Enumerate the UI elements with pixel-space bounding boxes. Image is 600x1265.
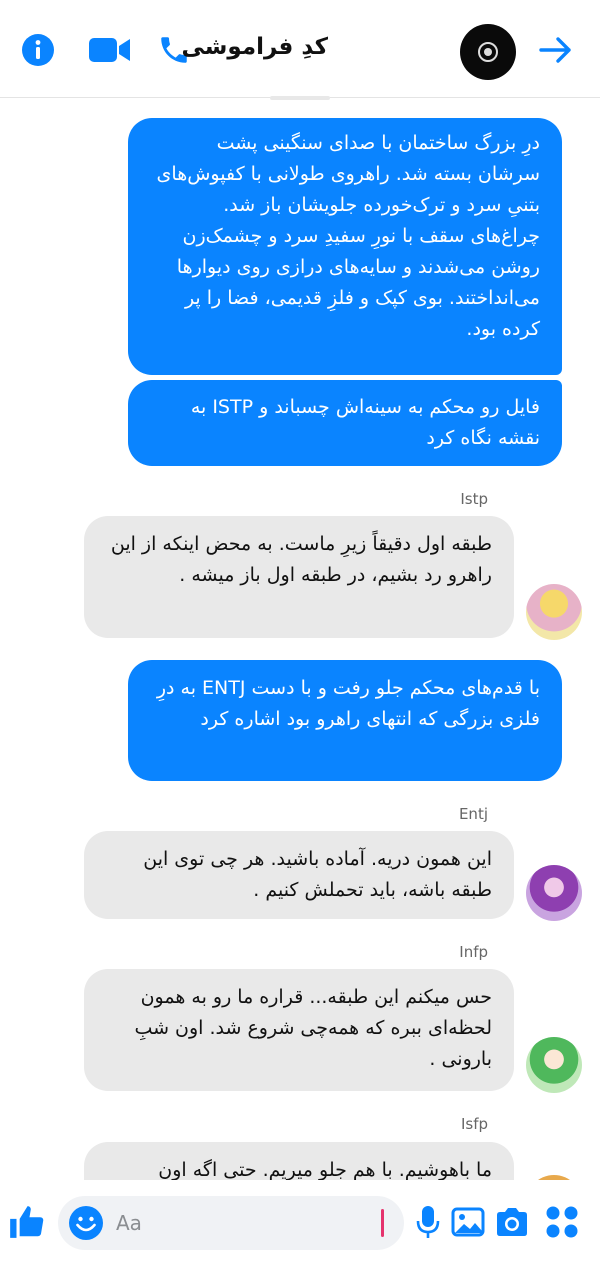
- message-input[interactable]: [116, 1208, 356, 1238]
- sender-name: Entj: [458, 805, 488, 823]
- contact-name[interactable]: کدِ فراموشی: [182, 34, 328, 60]
- sender-name: Infp: [459, 943, 488, 961]
- message-bubble-incoming[interactable]: ما باهوشیم. با هم جلو میریم. حتی اگه اون: [84, 1142, 514, 1180]
- microphone-icon[interactable]: [408, 1202, 448, 1242]
- contact-avatar[interactable]: [460, 24, 516, 80]
- emoji-icon[interactable]: [68, 1205, 104, 1241]
- message-input-field[interactable]: [58, 1196, 404, 1250]
- avatar[interactable]: [526, 1037, 582, 1093]
- text-caret: [381, 1209, 384, 1237]
- avatar[interactable]: [526, 865, 582, 921]
- arrow-right-icon[interactable]: [536, 30, 576, 70]
- message-bubble-incoming[interactable]: این همون دریه. آماده باشید. هر چی توی ای…: [84, 831, 514, 919]
- composer-bar: [0, 1180, 600, 1265]
- message-list[interactable]: درِ بزرگ ساختمان با صدای سنگینی پشت سرشا…: [0, 100, 600, 1180]
- avatar[interactable]: [526, 584, 582, 640]
- message-bubble-outgoing[interactable]: فایل رو محکم به سینه‌اش چسباند و ISTP به…: [128, 380, 562, 466]
- sender-name: Istp: [460, 490, 488, 508]
- message-bubble-outgoing[interactable]: درِ بزرگ ساختمان با صدای سنگینی پشت سرشا…: [128, 118, 562, 375]
- camera-icon[interactable]: [492, 1202, 532, 1242]
- sender-name: Isfp: [460, 1115, 488, 1133]
- thumbs-up-icon[interactable]: [6, 1202, 46, 1242]
- video-camera-icon[interactable]: [88, 30, 132, 70]
- apps-grid-icon[interactable]: [542, 1202, 582, 1242]
- message-bubble-incoming[interactable]: حس میکنم این طبقه... قراره ما رو به همون…: [84, 969, 514, 1091]
- message-bubble-outgoing[interactable]: با قدم‌های محکم جلو رفت و با دست ENTJ به…: [128, 660, 562, 781]
- image-gallery-icon[interactable]: [448, 1202, 488, 1242]
- info-icon[interactable]: [18, 30, 58, 70]
- conversation-header: کدِ فراموشی: [0, 0, 600, 100]
- message-bubble-incoming[interactable]: طبقه اول دقیقاً زیرِ ماست. به محض اینکه …: [84, 516, 514, 638]
